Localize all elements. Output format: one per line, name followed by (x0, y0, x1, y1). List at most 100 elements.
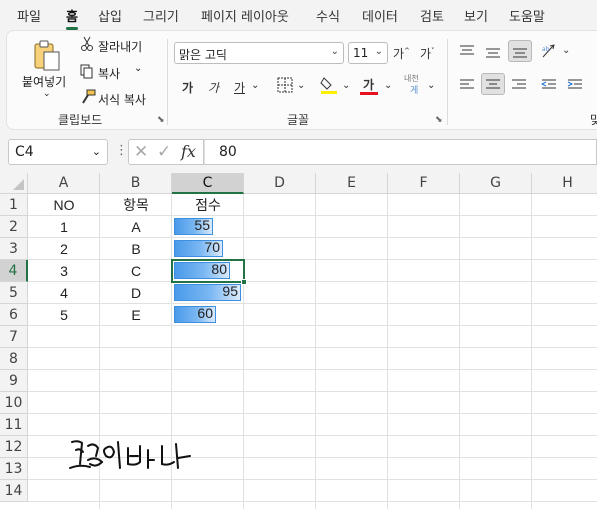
row-header-2[interactable]: 2 (0, 216, 28, 238)
align-left-icon[interactable] (459, 77, 475, 96)
row-header-5[interactable]: 5 (0, 282, 28, 304)
enter-check-icon[interactable]: ✓ (157, 142, 171, 162)
score-databar[interactable]: 60 (174, 305, 216, 323)
active-cell-selection[interactable] (171, 259, 247, 285)
font-launcher-icon[interactable]: ⬊ (435, 115, 443, 125)
row-header-14[interactable]: 14 (0, 480, 28, 502)
row-header-6[interactable]: 6 (0, 304, 28, 326)
row-header-8[interactable]: 8 (0, 348, 28, 370)
insert-function-button[interactable]: fx (181, 142, 196, 161)
cancel-icon[interactable]: ✕ (134, 142, 148, 162)
underline-button[interactable]: 가 (234, 79, 245, 96)
paste-button-label[interactable]: 붙여넣기 (22, 73, 66, 90)
row-header-7[interactable]: 7 (0, 326, 28, 348)
group-divider (447, 39, 448, 125)
phonetic-dropdown-icon[interactable]: ⌄ (427, 80, 435, 91)
orientation-icon[interactable]: ab (541, 43, 559, 63)
scissors-icon (80, 36, 94, 56)
row-header-12[interactable]: 12 (0, 436, 28, 458)
cell-item[interactable]: C (100, 260, 172, 282)
more-options-icon[interactable]: ⋮ (115, 143, 128, 158)
row-header-11[interactable]: 11 (0, 414, 28, 436)
cell-no[interactable]: 1 (28, 216, 100, 238)
underline-dropdown-icon[interactable]: ⌄ (251, 80, 259, 91)
font-size-select[interactable]: 11 ⌄ (348, 42, 388, 64)
header-cell-no[interactable]: NO (28, 194, 100, 216)
copy-button[interactable]: 복사 (98, 65, 120, 82)
shrink-font-button[interactable]: 가˅ (420, 45, 435, 62)
tab-home[interactable]: 홈 (66, 6, 78, 30)
border-icon[interactable] (277, 77, 293, 97)
font-name-select[interactable]: 맑은 고딕 ⌄ (174, 42, 344, 64)
score-databar[interactable]: 70 (174, 239, 223, 257)
fill-color-icon[interactable] (320, 75, 338, 99)
tab-insert[interactable]: 삽입 (98, 6, 122, 25)
cell-item[interactable]: B (100, 238, 172, 260)
clipboard-launcher-icon[interactable]: ⬊ (157, 115, 165, 125)
tab-file[interactable]: 파일 (17, 6, 41, 25)
header-cell-score[interactable]: 점수 (172, 194, 244, 216)
paste-icon[interactable] (31, 39, 63, 73)
score-databar[interactable]: 95 (174, 283, 241, 301)
decrease-indent-icon[interactable] (540, 77, 557, 96)
fill-handle[interactable] (241, 279, 247, 285)
tab-data[interactable]: 데이터 (362, 6, 398, 25)
tab-review[interactable]: 검토 (420, 6, 444, 25)
select-all-corner[interactable] (0, 173, 28, 194)
align-middle-icon[interactable] (485, 45, 501, 64)
formula-input[interactable]: 80 (204, 139, 597, 165)
tab-view[interactable]: 보기 (464, 6, 488, 25)
signature-image (68, 434, 193, 478)
column-header-b[interactable]: B (100, 173, 172, 194)
font-color-button[interactable]: 가 (363, 76, 374, 93)
font-color-dropdown-icon[interactable]: ⌄ (384, 80, 392, 91)
gridline (28, 479, 597, 480)
cell-no[interactable]: 5 (28, 304, 100, 326)
row-header-3[interactable]: 3 (0, 238, 28, 260)
tab-formulas[interactable]: 수식 (316, 6, 340, 25)
formula-buttons: ✕ ✓ fx (128, 139, 204, 165)
name-box-value: C4 (15, 144, 34, 160)
align-top-icon[interactable] (459, 43, 475, 62)
menu-bar: 파일 홈 삽입 그리기 페이지 레이아웃 수식 데이터 검토 보기 도움말 (0, 0, 597, 30)
copy-dropdown-icon[interactable]: ⌄ (134, 63, 142, 74)
row-header-1[interactable]: 1 (0, 194, 28, 216)
border-dropdown-icon[interactable]: ⌄ (297, 80, 305, 91)
column-header-e[interactable]: E (316, 173, 388, 194)
column-header-d[interactable]: D (244, 173, 316, 194)
align-right-icon[interactable] (511, 77, 527, 96)
orientation-dropdown-icon[interactable]: ⌄ (562, 45, 570, 56)
header-cell-item[interactable]: 항목 (100, 194, 172, 216)
row-header-4[interactable]: 4 (0, 260, 28, 282)
grow-font-button[interactable]: 가^ (393, 45, 410, 62)
cell-item[interactable]: A (100, 216, 172, 238)
row-header-9[interactable]: 9 (0, 370, 28, 392)
column-header-c[interactable]: C (172, 173, 244, 194)
cell-item[interactable]: E (100, 304, 172, 326)
cell-no[interactable]: 2 (28, 238, 100, 260)
cut-button[interactable]: 잘라내기 (98, 38, 142, 55)
bold-button[interactable]: 가 (182, 79, 193, 96)
column-header-a[interactable]: A (28, 173, 100, 194)
align-bottom-icon[interactable] (508, 40, 532, 62)
name-box[interactable]: C4 ⌄ (8, 139, 108, 165)
italic-button[interactable]: 가 (208, 79, 219, 96)
tab-page-layout[interactable]: 페이지 레이아웃 (201, 6, 289, 25)
formula-value: 80 (219, 144, 237, 160)
cell-no[interactable]: 3 (28, 260, 100, 282)
paste-dropdown-icon[interactable]: ⌄ (43, 89, 51, 99)
row-header-13[interactable]: 13 (0, 458, 28, 480)
align-center-icon[interactable] (481, 73, 505, 95)
score-databar[interactable]: 55 (174, 217, 213, 235)
tab-draw[interactable]: 그리기 (143, 6, 179, 25)
cell-item[interactable]: D (100, 282, 172, 304)
row-header-10[interactable]: 10 (0, 392, 28, 414)
column-header-f[interactable]: F (388, 173, 460, 194)
format-painter-button[interactable]: 서식 복사 (98, 91, 146, 108)
column-header-g[interactable]: G (460, 173, 532, 194)
column-header-h[interactable]: H (532, 173, 597, 194)
cell-no[interactable]: 4 (28, 282, 100, 304)
tab-help[interactable]: 도움말 (509, 6, 545, 25)
fill-color-dropdown-icon[interactable]: ⌄ (342, 80, 350, 91)
increase-indent-icon[interactable] (567, 77, 583, 96)
